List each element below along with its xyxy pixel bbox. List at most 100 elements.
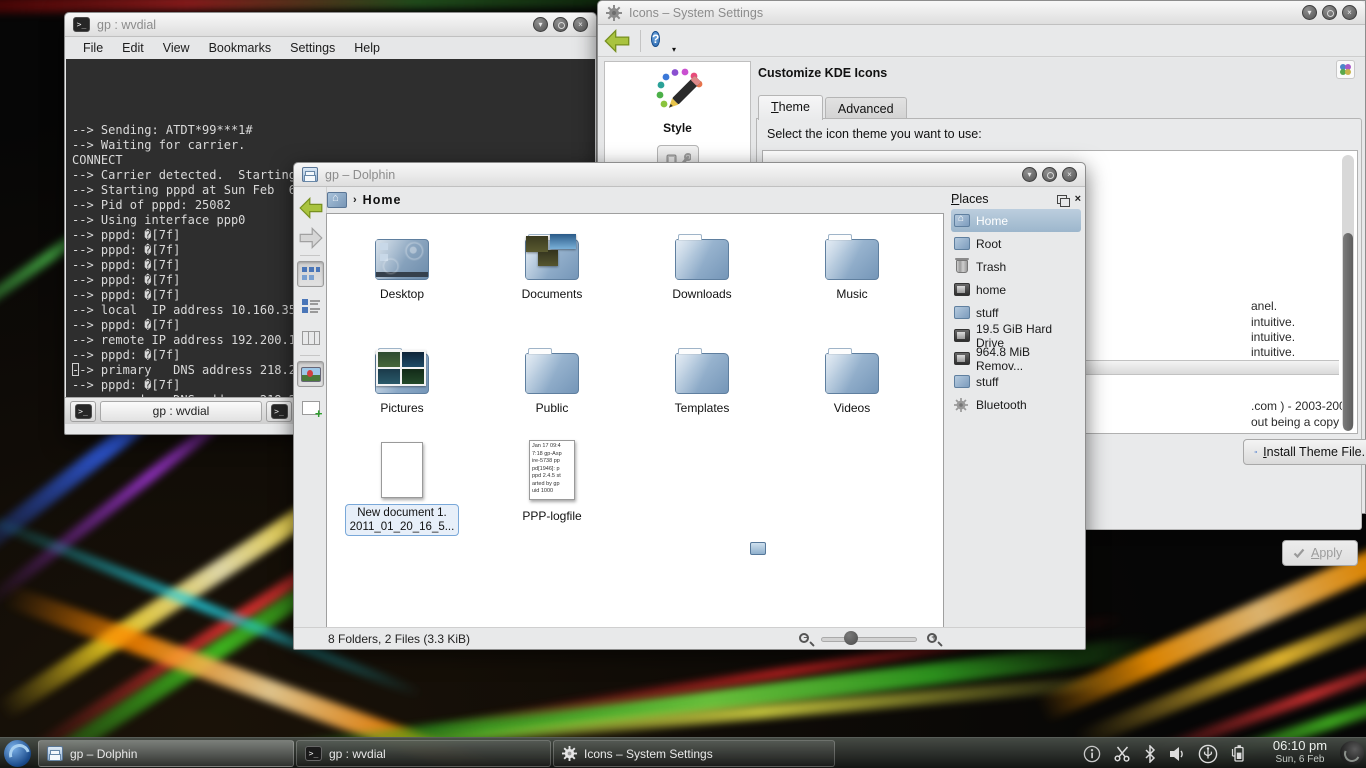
zoom-slider[interactable] (821, 637, 917, 642)
theme-description: out being a copy (1251, 415, 1339, 429)
volume-icon[interactable] (1168, 746, 1186, 762)
clock[interactable]: 06:10 pm Sun, 6 Feb (1262, 739, 1338, 765)
close-panel-icon[interactable]: × (1075, 194, 1081, 204)
klipper-scissors-icon[interactable] (1113, 745, 1132, 763)
sidebar-item-style[interactable]: Style (605, 68, 750, 135)
home-folder-icon[interactable] (327, 192, 347, 208)
places-item[interactable]: stuff (951, 370, 1081, 393)
split-view-button[interactable] (297, 395, 324, 421)
folder-item[interactable]: Templates (627, 336, 777, 415)
folder-item[interactable]: Desktop (327, 222, 477, 301)
settings-titlebar[interactable]: Icons – System Settings ▾ × (598, 1, 1365, 25)
maximize-button[interactable] (553, 17, 568, 32)
clock-time: 06:10 pm (1262, 739, 1338, 754)
folder-label: Desktop (327, 287, 477, 301)
style-icon (652, 68, 704, 114)
desktop: gp : wvdial ▾ × File Edit View Bookmarks Set… (0, 0, 1366, 768)
places-item[interactable]: Home (951, 209, 1081, 232)
place-icon (954, 352, 970, 365)
zoom-out-icon[interactable] (799, 633, 809, 643)
folder-item[interactable]: Pictures (327, 336, 477, 415)
file-item-selected[interactable]: New document 1.2011_01_20_16_5... (327, 436, 477, 536)
folder-item[interactable]: Downloads (627, 222, 777, 301)
zoom-slider-handle[interactable] (844, 631, 858, 645)
theme-list-fragment: intuitive. (1251, 345, 1295, 359)
folder-item[interactable]: Documents (477, 222, 627, 301)
folder-item[interactable]: Videos (777, 336, 927, 415)
file-item[interactable]: Jan 17 09:47:18 gp-Aspire-5738 pppd[1946… (477, 434, 627, 523)
info-icon[interactable] (1083, 745, 1101, 763)
close-button[interactable]: × (1062, 167, 1077, 182)
tab[interactable]: Theme (758, 95, 823, 120)
folder-item[interactable]: Public (477, 336, 627, 415)
places-item[interactable]: home (951, 278, 1081, 301)
app-launcher-icon[interactable] (4, 740, 31, 767)
gear-icon (606, 5, 622, 21)
place-icon (956, 260, 968, 273)
bluetooth-icon[interactable] (1144, 745, 1156, 763)
usb-device-icon[interactable] (1198, 744, 1218, 764)
breadcrumb-home[interactable]: Home (363, 193, 402, 207)
folder-label: Music (777, 287, 927, 301)
install-theme-button[interactable]: Install Theme File... (1243, 439, 1366, 465)
back-button[interactable] (604, 29, 630, 53)
terminal-icon (271, 404, 288, 419)
details-view-button[interactable] (297, 293, 324, 319)
task-label: Icons – System Settings (584, 747, 713, 761)
terminal-line: --> Waiting for carrier. (72, 138, 589, 153)
taskbar-task[interactable]: gp : wvdial (296, 740, 551, 767)
minimize-button[interactable]: ▾ (533, 17, 548, 32)
menu-item[interactable]: Help (354, 41, 380, 55)
chevron-down-icon: ▾ (672, 45, 676, 54)
menu-item[interactable]: Settings (290, 41, 335, 55)
menu-item[interactable]: Edit (122, 41, 144, 55)
folder-item[interactable]: Music (777, 222, 927, 301)
taskbar-task[interactable]: Icons – System Settings (553, 740, 835, 767)
overview-grid-icon[interactable] (1336, 60, 1355, 79)
scrollbar[interactable] (1342, 155, 1354, 429)
zoom-in-icon[interactable] (927, 633, 937, 643)
places-item[interactable]: Root (951, 232, 1081, 255)
menu-item[interactable]: Bookmarks (209, 41, 272, 55)
back-button[interactable] (297, 195, 324, 221)
theme-list-fragment: intuitive. (1251, 330, 1295, 344)
folder-icon (374, 234, 430, 280)
icons-view-button[interactable] (297, 261, 324, 287)
dolphin-window: gp – Dolphin ▾ × › Home (293, 162, 1086, 650)
folder-label: Documents (477, 287, 627, 301)
places-item[interactable]: 964.8 MiB Remov... (951, 347, 1081, 370)
place-label: Home (976, 214, 1008, 228)
preview-button[interactable] (297, 361, 324, 387)
dolphin-titlebar[interactable]: gp – Dolphin ▾ × (294, 163, 1085, 187)
columns-view-button[interactable] (297, 325, 324, 351)
menu-item[interactable]: View (163, 41, 190, 55)
task-icon (47, 746, 63, 761)
folder-view[interactable]: New document 1.2011_01_20_16_5... Jan 17… (326, 213, 944, 628)
maximize-button[interactable] (1322, 5, 1337, 20)
minimize-button[interactable]: ▾ (1302, 5, 1317, 20)
task-list: gp – Dolphin gp : wvdial Icons – System … (38, 740, 835, 767)
tab[interactable]: Advanced (825, 97, 907, 120)
float-panel-icon[interactable] (1057, 195, 1067, 204)
close-button[interactable]: × (1342, 5, 1357, 20)
panel-toolbox-icon[interactable] (1340, 741, 1364, 765)
places-item[interactable]: Trash (951, 255, 1081, 278)
maximize-button[interactable] (1042, 167, 1057, 182)
menu-item[interactable]: File (83, 41, 103, 55)
terminal-titlebar[interactable]: gp : wvdial ▾ × (65, 13, 596, 37)
settings-tabs: ThemeAdvanced (758, 95, 909, 120)
close-button[interactable]: × (573, 17, 588, 32)
new-tab-button[interactable] (70, 401, 96, 422)
terminal-menubar: File Edit View Bookmarks Settings Help (65, 37, 596, 59)
forward-button[interactable] (297, 225, 324, 251)
battery-icon[interactable] (1230, 744, 1246, 763)
places-item[interactable]: Bluetooth (951, 393, 1081, 416)
help-button[interactable]: ? ▾ (651, 30, 673, 52)
file-manager-icon (302, 167, 318, 182)
tab-list-button[interactable] (266, 401, 292, 422)
taskbar-task[interactable]: gp – Dolphin (38, 740, 294, 767)
terminal-tab[interactable]: gp : wvdial (100, 401, 262, 422)
apply-button[interactable]: Apply (1282, 540, 1358, 566)
scrollbar-thumb[interactable] (1343, 233, 1353, 431)
minimize-button[interactable]: ▾ (1022, 167, 1037, 182)
